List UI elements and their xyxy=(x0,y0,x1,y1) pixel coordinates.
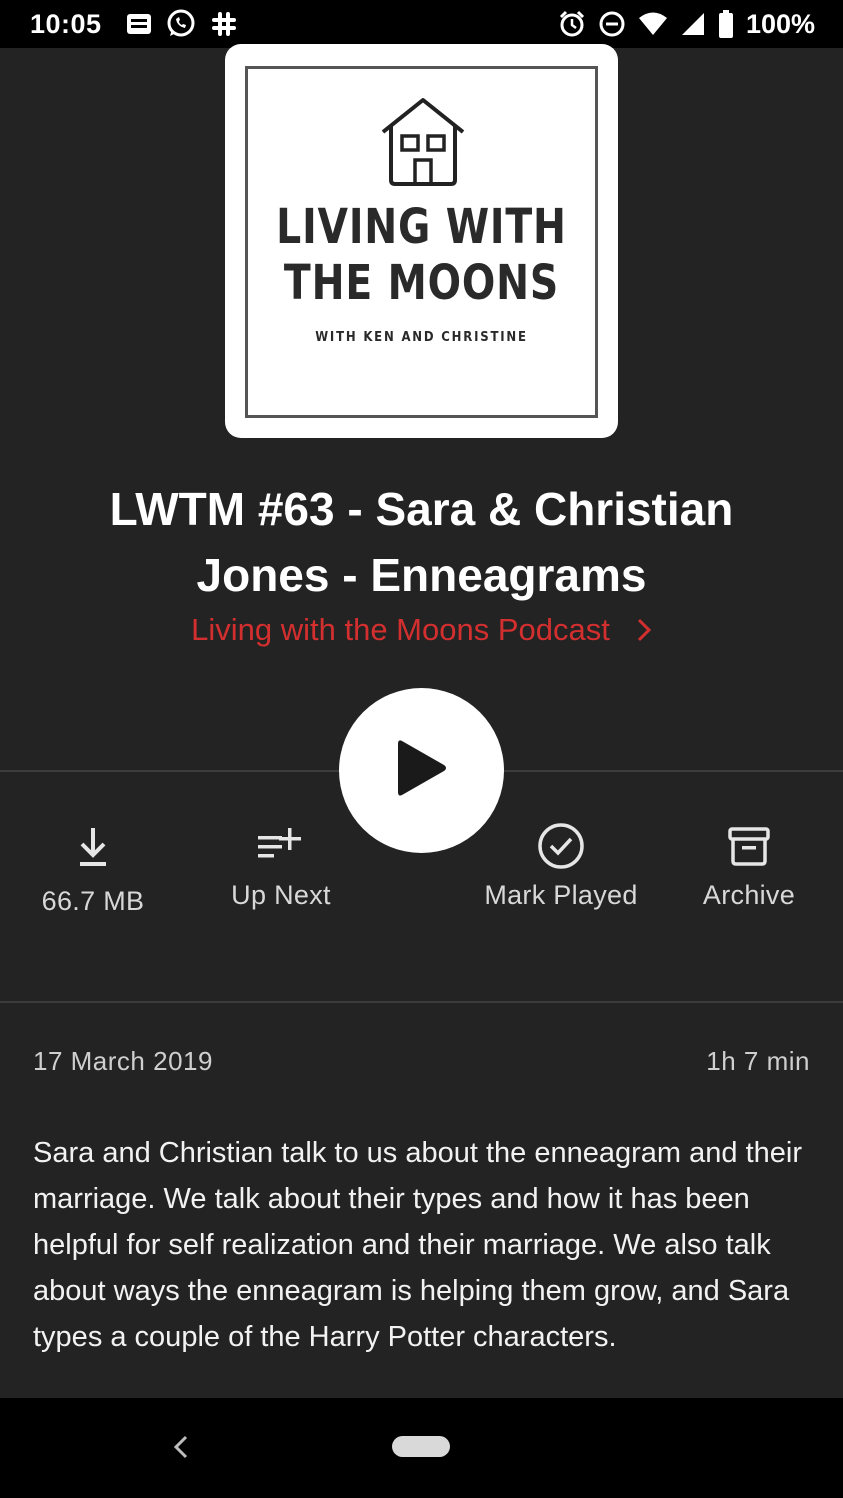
mark-played-label: Mark Played xyxy=(484,880,638,910)
battery-percentage: 100% xyxy=(745,8,815,39)
podcast-link[interactable]: Living with the Moons Podcast xyxy=(0,612,843,648)
slack-icon xyxy=(210,10,238,38)
download-icon xyxy=(76,820,110,872)
play-button[interactable] xyxy=(339,688,504,853)
download-size-label: 66.7 MB xyxy=(41,886,145,916)
notification-icons xyxy=(126,9,238,39)
episode-description: Sara and Christian talk to us about the … xyxy=(33,1137,802,1353)
system-icons: 100% xyxy=(558,9,815,40)
artwork-title-line2: THE MOONS xyxy=(283,255,560,311)
chevron-right-icon xyxy=(636,617,652,643)
episode-date: 17 March 2019 xyxy=(33,1046,213,1076)
home-pill-icon[interactable] xyxy=(392,1436,450,1457)
up-next-label: Up Next xyxy=(231,880,331,910)
episode-title: LWTM #63 - Sara & Christian Jones - Enne… xyxy=(109,483,734,601)
download-button[interactable]: 66.7 MB xyxy=(18,820,168,917)
check-circle-icon xyxy=(536,820,586,872)
news-icon xyxy=(126,12,152,36)
status-time: 10:05 xyxy=(30,8,102,39)
archive-label: Archive xyxy=(702,880,796,910)
episode-screen: 10:05 100% LIVING WITH THE MOONS WITH KE… xyxy=(0,0,843,1498)
archive-icon xyxy=(727,820,771,872)
whatsapp-icon xyxy=(166,9,196,39)
artwork-subtitle: WITH KEN AND CHRISTINE xyxy=(315,330,528,345)
wifi-icon xyxy=(638,11,668,37)
playlist-add-icon xyxy=(256,820,306,872)
alarm-icon xyxy=(558,10,586,38)
podcast-artwork: LIVING WITH THE MOONS WITH KEN AND CHRIS… xyxy=(225,44,618,438)
divider xyxy=(0,1001,843,1003)
back-icon[interactable] xyxy=(170,1434,192,1465)
podcast-name[interactable]: Living with the Moons Podcast xyxy=(191,612,610,648)
episode-duration: 1h 7 min xyxy=(706,1046,810,1076)
archive-button[interactable]: Archive xyxy=(674,820,824,911)
status-bar: 10:05 100% xyxy=(0,0,843,48)
artwork-title-line1: LIVING WITH xyxy=(276,199,567,255)
cell-signal-icon xyxy=(680,11,706,37)
navigation-bar xyxy=(0,1398,843,1498)
up-next-button[interactable]: Up Next xyxy=(206,820,356,911)
house-icon xyxy=(380,96,466,193)
mark-played-button[interactable]: Mark Played xyxy=(466,820,656,911)
battery-icon xyxy=(718,10,734,38)
play-icon xyxy=(394,737,450,804)
do-not-disturb-icon xyxy=(598,10,626,38)
